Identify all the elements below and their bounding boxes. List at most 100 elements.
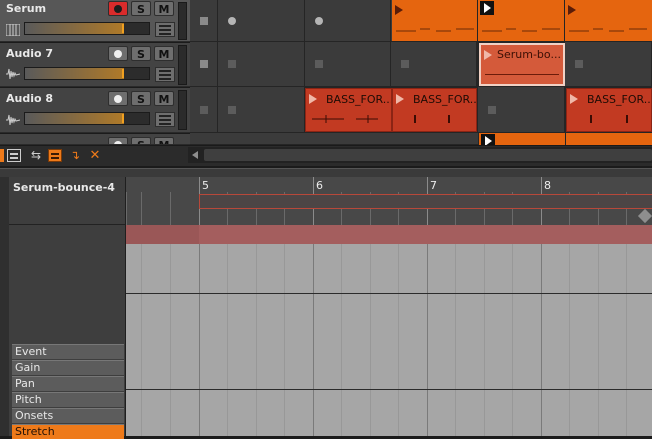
track-fader-strip[interactable] (178, 45, 187, 85)
clip-title: Serum-bounce-4 (13, 181, 115, 194)
play-icon[interactable] (484, 50, 492, 60)
scroll-thumb[interactable] (204, 149, 652, 161)
clip-slot[interactable] (305, 42, 391, 87)
clip-slot[interactable] (478, 87, 565, 133)
loop-region[interactable] (199, 194, 652, 209)
swap-icon[interactable]: ⇆ (29, 149, 43, 162)
clip-slot[interactable] (565, 42, 652, 87)
track-fader-strip[interactable] (178, 2, 187, 40)
audio-event-lane[interactable] (126, 244, 652, 436)
track-header-partial[interactable]: S M (0, 134, 190, 145)
track-menu-button[interactable] (155, 22, 175, 37)
play-icon[interactable] (309, 94, 317, 104)
clip-header-strip[interactable] (126, 225, 652, 244)
clip-slot[interactable] (391, 42, 477, 87)
clip-bass[interactable]: BASS_FOR... (392, 88, 477, 132)
follow-icon[interactable]: ↴ (68, 149, 82, 162)
track-menu-button[interactable] (155, 67, 175, 82)
stop-icon[interactable] (401, 60, 409, 68)
volume-meter[interactable] (24, 112, 150, 125)
property-pitch[interactable]: Pitch (12, 392, 124, 407)
ruler-bar-number: 6 (316, 179, 323, 192)
stop-icon[interactable] (575, 60, 583, 68)
waveform-icon (6, 68, 21, 80)
track-name[interactable]: Serum (6, 2, 46, 15)
record-arm-button[interactable] (108, 137, 128, 144)
play-icon[interactable] (568, 5, 576, 15)
clip-name: BASS_FOR... (326, 93, 392, 106)
play-icon[interactable] (480, 1, 494, 15)
clip-bass[interactable]: BASS_FOR... (305, 88, 392, 132)
clip-orange[interactable] (565, 0, 652, 41)
track-name[interactable]: Audio 8 (6, 92, 53, 105)
stop-icon[interactable] (200, 105, 208, 114)
record-slot-icon[interactable] (315, 16, 323, 25)
stop-icon[interactable] (315, 60, 323, 68)
clip-name: Serum-bo... (497, 48, 561, 61)
clip-slot[interactable] (190, 133, 479, 145)
track-header-audio-8[interactable]: Audio 8 S M (0, 88, 190, 133)
record-arm-button[interactable] (108, 91, 128, 106)
track-menu-button[interactable] (155, 112, 175, 127)
horizontal-scrollbar[interactable] (188, 147, 652, 163)
clip-slot[interactable] (218, 0, 305, 42)
record-icon (114, 95, 122, 103)
clip-slot[interactable] (305, 0, 391, 42)
solo-button[interactable]: S (131, 1, 151, 16)
clip-name: BASS_FOR... (587, 93, 652, 106)
stop-icon[interactable] (228, 60, 236, 68)
grid-view-icon[interactable] (48, 149, 62, 162)
stop-icon[interactable] (200, 16, 208, 25)
clip-slot[interactable] (218, 87, 305, 133)
clip-bass[interactable]: BASS_FOR... (566, 88, 652, 132)
clip-slot[interactable] (190, 42, 218, 87)
clip-orange-playing[interactable] (479, 133, 565, 145)
mute-button[interactable]: M (154, 91, 174, 106)
mute-button[interactable]: M (154, 46, 174, 61)
play-icon[interactable] (570, 94, 578, 104)
close-icon[interactable]: ✕ (88, 149, 102, 162)
layout-icon[interactable] (7, 149, 21, 162)
stop-icon[interactable] (228, 105, 236, 114)
clip-orange[interactable] (392, 0, 477, 41)
piano-icon (5, 23, 21, 37)
property-stretch[interactable]: Stretch (12, 424, 124, 439)
stop-icon[interactable] (200, 60, 208, 68)
clip-inspector: Serum-bounce-4 Event Gain Pan Pitch Onse… (9, 177, 126, 439)
play-icon[interactable] (395, 5, 403, 15)
stop-icon[interactable] (488, 105, 496, 114)
track-name[interactable]: Audio 7 (6, 47, 53, 60)
ruler-bar-number: 8 (544, 179, 551, 192)
scroll-left-icon[interactable] (192, 151, 198, 159)
clip-slot[interactable] (190, 87, 218, 133)
clip-slot[interactable] (190, 0, 218, 42)
clip-serum-bounce[interactable]: Serum-bo... (479, 43, 565, 86)
solo-button[interactable]: S (131, 91, 151, 106)
clip-orange-playing[interactable] (478, 0, 564, 41)
clip-launcher-grid: Serum-bo... BASS_FOR... BASS_FOR... BASS… (190, 0, 652, 145)
editor-left-strip (0, 177, 12, 436)
solo-button[interactable]: S (131, 137, 151, 144)
mute-button[interactable]: M (154, 137, 174, 144)
track-fader-strip[interactable] (178, 90, 187, 130)
track-header-serum[interactable]: Serum S M (0, 0, 190, 42)
record-slot-icon[interactable] (228, 16, 236, 25)
play-icon[interactable] (481, 134, 495, 145)
play-icon[interactable] (396, 94, 404, 104)
track-header-audio-7[interactable]: Audio 7 S M (0, 43, 190, 87)
record-arm-button[interactable] (108, 46, 128, 61)
clip-slot[interactable] (218, 42, 305, 87)
record-icon (114, 5, 122, 13)
property-onsets[interactable]: Onsets (12, 408, 124, 423)
property-pan[interactable]: Pan (12, 376, 124, 391)
mute-button[interactable]: M (154, 1, 174, 16)
property-gain[interactable]: Gain (12, 360, 124, 375)
waveform-icon (6, 114, 21, 126)
property-event[interactable]: Event (12, 344, 124, 359)
volume-meter[interactable] (24, 22, 150, 35)
clip-name: BASS_FOR... (413, 93, 477, 106)
volume-meter[interactable] (24, 67, 150, 80)
clip-orange[interactable] (566, 133, 652, 145)
solo-button[interactable]: S (131, 46, 151, 61)
record-arm-button[interactable] (108, 1, 128, 16)
